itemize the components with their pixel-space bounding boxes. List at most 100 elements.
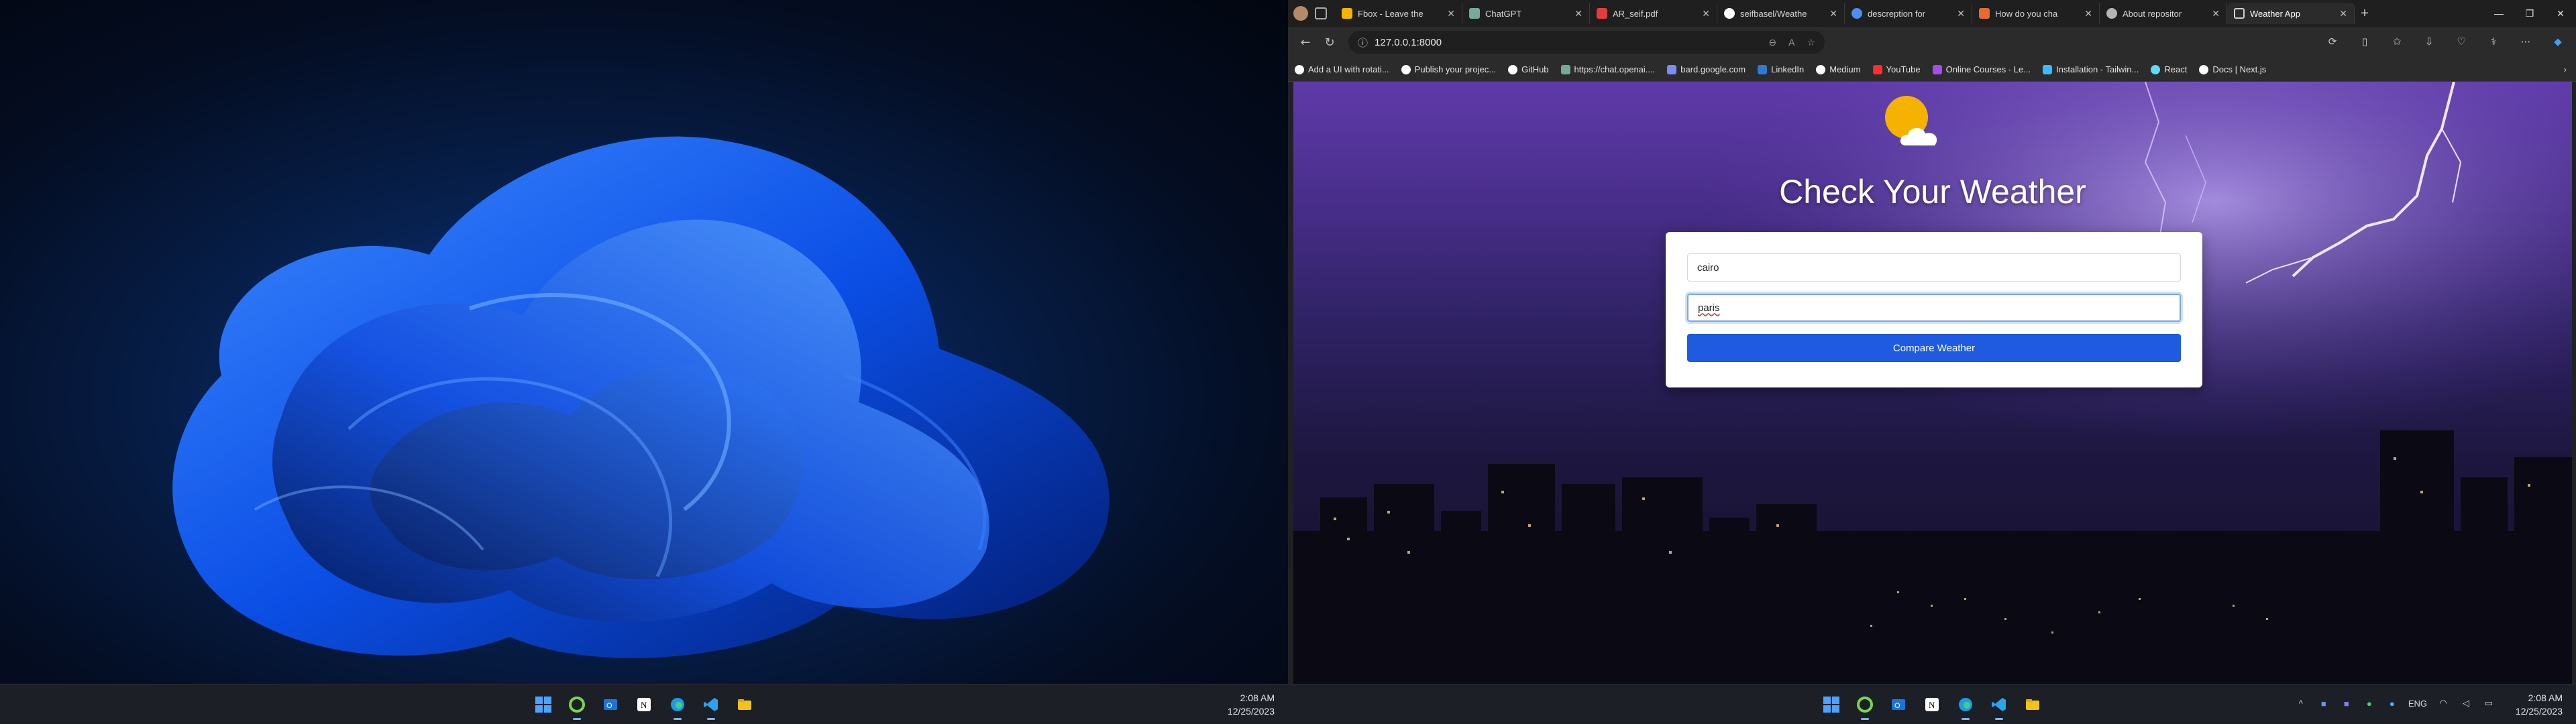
bookmark-label: Medium [1829, 64, 1861, 74]
windows-start-icon[interactable] [530, 691, 557, 718]
bookmark-label: bard.google.com [1680, 64, 1746, 74]
favorites-icon[interactable]: ✩ [2385, 30, 2408, 53]
bookmark-item[interactable]: Add a UI with rotati... [1295, 64, 1389, 74]
browser-essentials-icon[interactable]: ⚕ [2482, 30, 2505, 53]
tab-label: How do you cha [1995, 8, 2058, 19]
close-tab-icon[interactable]: ✕ [1447, 8, 1455, 19]
bookmark-item[interactable]: Docs | Next.js [2199, 64, 2266, 74]
notion-icon[interactable]: N [1919, 691, 1945, 718]
bookmark-label: Add a UI with rotati... [1308, 64, 1389, 74]
tab-weather-app[interactable]: Weather App ✕ [2227, 3, 2355, 24]
chevron-up-icon[interactable]: ^ [2294, 697, 2308, 710]
outlook-icon[interactable]: O [597, 691, 624, 718]
bookmark-item[interactable]: Installation - Tailwin... [2043, 64, 2139, 74]
bookmark-item[interactable]: Medium [1816, 64, 1861, 74]
taskbar-left: O N 2:08 AM 12/25/2023 [0, 684, 1288, 724]
close-tab-icon[interactable]: ✕ [1957, 8, 1965, 19]
downloads-icon[interactable]: ⇩ [2418, 30, 2440, 53]
profile-avatar-icon[interactable] [1293, 6, 1308, 21]
volume-icon[interactable]: ◁ [2459, 697, 2473, 710]
svg-text:N: N [1929, 700, 1935, 710]
bookmark-item[interactable]: GitHub [1508, 64, 1549, 74]
pdf-favicon-icon [1597, 8, 1607, 19]
file-explorer-icon[interactable] [2019, 691, 2046, 718]
tab-about-repo[interactable]: About repositor ✕ [2100, 3, 2227, 24]
battery-icon[interactable]: ▭ [2482, 697, 2496, 710]
bookmark-item[interactable]: YouTube [1872, 64, 1921, 74]
close-tab-icon[interactable]: ✕ [1702, 8, 1710, 19]
restore-icon[interactable]: ❐ [2514, 0, 2545, 27]
github-icon [1295, 64, 1304, 74]
taskbar-right: O N ^ ■ ■ ● ● ENG ◠ ◁ ▭ 2:08 AM 12/25/20… [1288, 684, 2576, 724]
close-tab-icon[interactable]: ✕ [2212, 8, 2220, 19]
bookmark-label: LinkedIn [1771, 64, 1805, 74]
menu-icon[interactable]: ⋯ [2514, 30, 2537, 53]
app-circle-icon[interactable] [1851, 691, 1878, 720]
bookmark-item[interactable]: React [2151, 64, 2187, 74]
tray-teams-icon[interactable]: ■ [2340, 697, 2353, 710]
outlook-icon[interactable]: O [1885, 691, 1912, 718]
close-tab-icon[interactable]: ✕ [1574, 8, 1582, 19]
bookmark-item[interactable]: https://chat.openai.... [1560, 64, 1655, 74]
info-icon[interactable]: ⓘ [1358, 36, 1368, 50]
more-bookmarks-icon[interactable]: › [2564, 64, 2567, 74]
file-explorer-icon[interactable] [731, 691, 758, 718]
city2-value: paris [1698, 302, 1720, 314]
tab-pdf[interactable]: AR_seif.pdf ✕ [1590, 3, 1717, 24]
wifi-icon[interactable]: ◠ [2436, 697, 2450, 710]
svg-text:N: N [641, 700, 647, 710]
vscode-icon[interactable] [1986, 691, 2012, 720]
copilot-icon[interactable]: ◆ [2546, 30, 2569, 53]
bookmark-item[interactable]: bard.google.com [1667, 64, 1746, 74]
edge-icon[interactable] [664, 691, 691, 720]
workspaces-icon[interactable] [1315, 7, 1327, 19]
stackoverflow-favicon-icon [1979, 8, 1990, 19]
city1-input[interactable]: cairo [1687, 253, 2181, 282]
tab-github[interactable]: seifbasel/Weathe ✕ [1717, 3, 1845, 24]
tray-sync-icon[interactable]: ● [2385, 697, 2399, 710]
close-tab-icon[interactable]: ✕ [2084, 8, 2092, 19]
address-bar[interactable]: ⓘ 127.0.0.1:8000 ⊖ A ☆ [1348, 31, 1825, 54]
close-window-icon[interactable]: ✕ [2545, 0, 2576, 27]
bookmark-label: React [2164, 64, 2188, 74]
bookmark-item[interactable]: Online Courses - Le... [1932, 64, 2031, 74]
vscode-icon[interactable] [698, 691, 724, 720]
zoom-icon[interactable]: ⊖ [1768, 37, 1776, 48]
performance-icon[interactable]: ♡ [2450, 30, 2473, 53]
compare-form-card: cairo paris Compare Weather [1666, 232, 2202, 387]
chatgpt-icon [1560, 64, 1570, 74]
minimize-icon[interactable]: — [2483, 0, 2514, 27]
back-icon[interactable]: ← [1293, 30, 1318, 54]
windows-start-icon[interactable] [1818, 691, 1845, 718]
bookmark-item[interactable]: LinkedIn [1758, 64, 1804, 74]
search-favicon-icon [1851, 8, 1862, 19]
compare-weather-button[interactable]: Compare Weather [1687, 334, 2181, 362]
github-icon [1508, 64, 1518, 74]
favorite-star-icon[interactable]: ☆ [1807, 37, 1815, 48]
bookmark-label: YouTube [1886, 64, 1921, 74]
taskbar-clock[interactable]: 2:08 AM 12/25/2023 [1228, 691, 1275, 718]
tray-edge-icon[interactable]: ● [2363, 697, 2376, 710]
tab-fbox[interactable]: Fbox - Leave the ✕ [1335, 3, 1462, 24]
taskbar-clock[interactable]: 2:08 AM 12/25/2023 [2516, 691, 2563, 718]
read-aloud-icon[interactable]: A [1788, 37, 1794, 48]
tab-label: descreption for [1868, 8, 1925, 19]
bookmark-label: Installation - Tailwin... [2056, 64, 2139, 74]
notion-icon[interactable]: N [631, 691, 657, 718]
extensions-icon[interactable]: ⟳ [2321, 30, 2344, 53]
tab-how-do-you[interactable]: How do you cha ✕ [1972, 3, 2100, 24]
bookmark-item[interactable]: Publish your projec... [1401, 64, 1496, 74]
app-circle-icon[interactable] [564, 691, 590, 720]
split-screen-icon[interactable]: ▯ [2353, 30, 2376, 53]
edge-icon[interactable] [1952, 691, 1979, 720]
clock-date: 12/25/2023 [2515, 706, 2563, 717]
refresh-icon[interactable]: ↻ [1318, 30, 1342, 54]
close-tab-icon[interactable]: ✕ [1829, 8, 1837, 19]
language-indicator[interactable]: ENG [2408, 699, 2427, 709]
tab-chatgpt[interactable]: ChatGPT ✕ [1462, 3, 1590, 24]
tray-app-icon[interactable]: ■ [2317, 697, 2330, 710]
city2-input[interactable]: paris [1687, 294, 2181, 322]
new-tab-icon[interactable]: + [2355, 6, 2375, 21]
close-tab-icon[interactable]: ✕ [2339, 8, 2347, 19]
tab-description[interactable]: descreption for ✕ [1845, 3, 1972, 24]
